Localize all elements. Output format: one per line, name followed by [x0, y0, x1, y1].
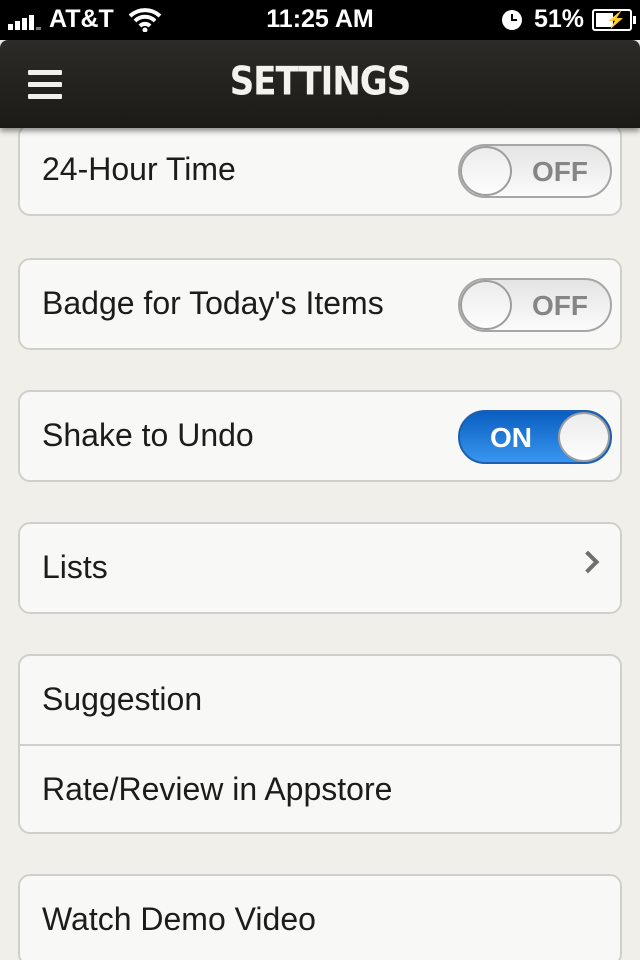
toggle-shake-to-undo[interactable]: ON [458, 410, 612, 464]
setting-row-demo-video[interactable]: Watch Demo Video [20, 876, 620, 960]
setting-row-badge-today: Badge for Today's Items OFF [20, 260, 620, 348]
toggle-knob [558, 412, 610, 462]
status-right: 51% ⚡ [501, 5, 636, 34]
toggle-badge-today[interactable]: OFF [458, 278, 612, 332]
toggle-knob [460, 280, 512, 330]
setting-row-suggestion[interactable]: Suggestion [20, 656, 620, 744]
setting-row-lists[interactable]: Lists [20, 524, 620, 612]
toggle-state: OFF [532, 156, 588, 187]
page-title: SETTINGS [229, 59, 411, 105]
battery-icon: ⚡ [592, 8, 636, 31]
setting-row-rate-review[interactable]: Rate/Review in Appstore [20, 744, 620, 832]
toggle-state: ON [490, 422, 532, 453]
toggle-knob [460, 146, 512, 196]
settings-content[interactable]: 24-Hour Time OFF Badge for Today's Items… [0, 128, 640, 960]
setting-label: 24-Hour Time [42, 151, 236, 187]
setting-label: Suggestion [42, 681, 203, 717]
status-bar: AT&T 11:25 AM 51% ⚡ [0, 0, 640, 40]
setting-row-24-hour-time: 24-Hour Time OFF [20, 128, 620, 214]
toggle-24-hour-time[interactable]: OFF [458, 144, 612, 198]
alarm-clock-icon [501, 9, 522, 30]
setting-label: Rate/Review in Appstore [42, 771, 393, 807]
toggle-state: OFF [532, 290, 588, 321]
settings-card-24h: 24-Hour Time OFF [18, 128, 622, 216]
setting-label: Lists [42, 549, 108, 585]
setting-row-shake-to-undo: Shake to Undo ON [20, 392, 620, 480]
settings-card-demo[interactable]: Watch Demo Video [18, 874, 622, 960]
setting-label: Shake to Undo [42, 417, 254, 453]
settings-card-feedback: Suggestion Rate/Review in Appstore [18, 654, 622, 834]
navigation-bar: SETTINGS [0, 40, 640, 128]
battery-percent: 51% [533, 5, 584, 33]
settings-card-badge: Badge for Today's Items OFF [18, 258, 622, 350]
setting-label: Badge for Today's Items [42, 285, 384, 321]
setting-label: Watch Demo Video [42, 901, 316, 937]
chevron-right-icon [576, 550, 600, 574]
settings-card-shake: Shake to Undo ON [18, 390, 622, 482]
settings-card-lists[interactable]: Lists [18, 522, 622, 614]
